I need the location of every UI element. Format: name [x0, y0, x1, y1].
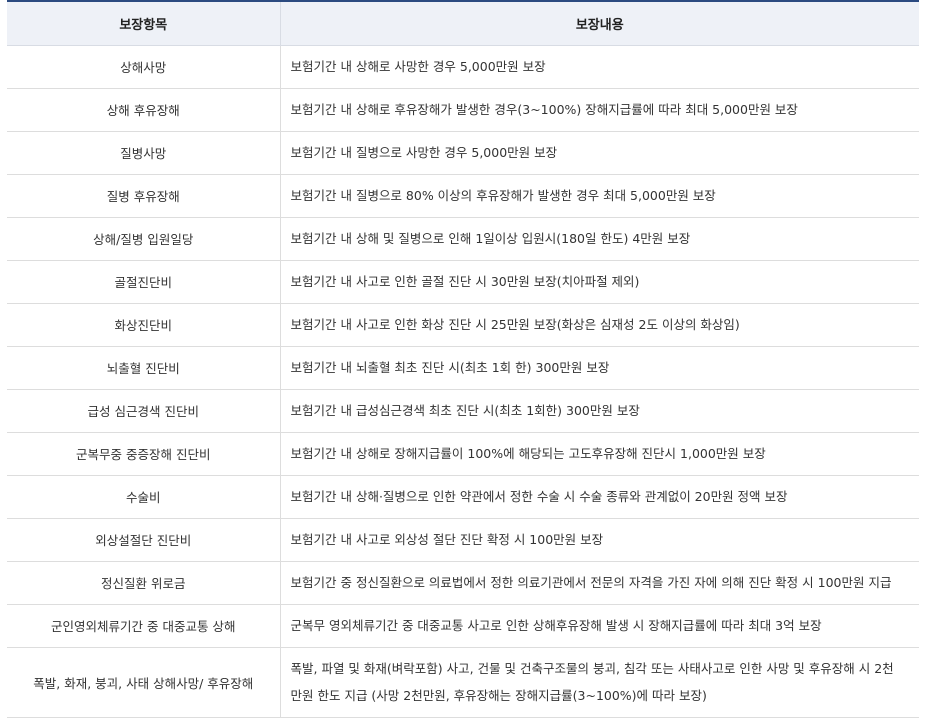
- table-row: 뇌출혈 진단비 보험기간 내 뇌출혈 최초 진단 시(최초 1회 한) 300만…: [7, 346, 919, 390]
- coverage-detail-cell: 보험기간 내 상해로 사망한 경우 5,000만원 보장: [280, 45, 919, 89]
- table-row: 질병사망 보험기간 내 질병으로 사망한 경우 5,000만원 보장: [7, 131, 919, 175]
- table-row: 군인영외체류기간 중 대중교통 상해 군복무 영외체류기간 중 대중교통 사고로…: [7, 604, 919, 648]
- table-row: 정신질환 위로금 보험기간 중 정신질환으로 의료법에서 정한 의료기관에서 전…: [7, 561, 919, 605]
- table-row: 급성 심근경색 진단비 보험기간 내 급성심근경색 최초 진단 시(최초 1회한…: [7, 389, 919, 433]
- table-row: 폭발, 화재, 붕괴, 사태 상해사망/ 후유장해 폭발, 파열 및 화재(벼락…: [7, 647, 919, 718]
- table-row: 골절진단비 보험기간 내 사고로 인한 골절 진단 시 30만원 보장(치아파절…: [7, 260, 919, 304]
- table-row: 외상설절단 진단비 보험기간 내 사고로 외상성 절단 진단 확정 시 100만…: [7, 518, 919, 562]
- coverage-detail-cell: 보험기간 내 질병으로 사망한 경우 5,000만원 보장: [280, 131, 919, 175]
- coverage-item-cell: 상해 후유장해: [7, 88, 281, 132]
- table-row: 화상진단비 보험기간 내 사고로 인한 화상 진단 시 25만원 보장(화상은 …: [7, 303, 919, 347]
- table-row: 상해사망 보험기간 내 상해로 사망한 경우 5,000만원 보장: [7, 45, 919, 89]
- coverage-detail-cell: 폭발, 파열 및 화재(벼락포함) 사고, 건물 및 건축구조물의 붕괴, 침각…: [280, 647, 919, 718]
- coverage-item-cell: 군인영외체류기간 중 대중교통 상해: [7, 604, 281, 648]
- coverage-item-cell: 뇌출혈 진단비: [7, 346, 281, 390]
- coverage-detail-cell: 보험기간 내 사고로 인한 화상 진단 시 25만원 보장(화상은 심재성 2도…: [280, 303, 919, 347]
- coverage-item-cell: 급성 심근경색 진단비: [7, 389, 281, 433]
- coverage-detail-cell: 보험기간 내 뇌출혈 최초 진단 시(최초 1회 한) 300만원 보장: [280, 346, 919, 390]
- coverage-item-cell: 외상설절단 진단비: [7, 518, 281, 562]
- coverage-item-cell: 상해사망: [7, 45, 281, 89]
- coverage-detail-cell: 보험기간 중 정신질환으로 의료법에서 정한 의료기관에서 전문의 자격을 가진…: [280, 561, 919, 605]
- table-row: 상해/질병 입원일당 보험기간 내 상해 및 질병으로 인해 1일이상 입원시(…: [7, 217, 919, 261]
- table-row: 질병 후유장해 보험기간 내 질병으로 80% 이상의 후유장해가 발생한 경우…: [7, 174, 919, 218]
- coverage-detail-line: 만원 한도 지급 (사망 2천만원, 후유장해는 장해지급률(3~100%)에 …: [290, 688, 707, 703]
- coverage-detail-line: 폭발, 파열 및 화재(벼락포함) 사고, 건물 및 건축구조물의 붕괴, 침각…: [290, 661, 894, 676]
- coverage-item-cell: 질병사망: [7, 131, 281, 175]
- table-row: 군복무중 중증장해 진단비 보험기간 내 상해로 장해지급률이 100%에 해당…: [7, 432, 919, 476]
- table-body: 상해사망 보험기간 내 상해로 사망한 경우 5,000만원 보장 상해 후유장…: [7, 45, 919, 718]
- coverage-detail-cell: 군복무 영외체류기간 중 대중교통 사고로 인한 상해후유장해 발생 시 장해지…: [280, 604, 919, 648]
- table-row: 수술비 보험기간 내 상해·질병으로 인한 약관에서 정한 수술 시 수술 종류…: [7, 475, 919, 519]
- table-row: 상해 후유장해 보험기간 내 상해로 후유장해가 발생한 경우(3~100%) …: [7, 88, 919, 132]
- coverage-detail-cell: 보험기간 내 상해 및 질병으로 인해 1일이상 입원시(180일 한도) 4만…: [280, 217, 919, 261]
- coverage-detail-cell: 보험기간 내 사고로 인한 골절 진단 시 30만원 보장(치아파절 제외): [280, 260, 919, 304]
- header-row: 보장항목 보장내용: [7, 0, 919, 46]
- coverage-item-cell: 수술비: [7, 475, 281, 519]
- header-coverage-details: 보장내용: [279, 0, 919, 46]
- coverage-item-cell: 상해/질병 입원일당: [7, 217, 281, 261]
- coverage-item-cell: 화상진단비: [7, 303, 281, 347]
- coverage-detail-cell: 보험기간 내 급성심근경색 최초 진단 시(최초 1회한) 300만원 보장: [280, 389, 919, 433]
- header-coverage-item: 보장항목: [7, 0, 280, 46]
- coverage-detail-cell: 보험기간 내 상해·질병으로 인한 약관에서 정한 수술 시 수술 종류와 관계…: [280, 475, 919, 519]
- coverage-item-cell: 폭발, 화재, 붕괴, 사태 상해사망/ 후유장해: [7, 647, 281, 718]
- coverage-detail-cell: 보험기간 내 상해로 장해지급률이 100%에 해당되는 고도후유장해 진단시 …: [280, 432, 919, 476]
- table-header: 보장항목 보장내용: [7, 0, 919, 46]
- page: 보장항목 보장내용 상해사망 보험기간 내 상해로 사망한 경우 5,000만원…: [0, 0, 927, 721]
- coverage-item-cell: 정신질환 위로금: [7, 561, 281, 605]
- coverage-table: 보장항목 보장내용 상해사망 보험기간 내 상해로 사망한 경우 5,000만원…: [7, 0, 919, 718]
- coverage-item-cell: 군복무중 중증장해 진단비: [7, 432, 281, 476]
- coverage-detail-cell: 보험기간 내 상해로 후유장해가 발생한 경우(3~100%) 장해지급률에 따…: [280, 88, 919, 132]
- coverage-detail-cell: 보험기간 내 질병으로 80% 이상의 후유장해가 발생한 경우 최대 5,00…: [280, 174, 919, 218]
- coverage-item-cell: 골절진단비: [7, 260, 281, 304]
- coverage-detail-cell: 보험기간 내 사고로 외상성 절단 진단 확정 시 100만원 보장: [280, 518, 919, 562]
- coverage-item-cell: 질병 후유장해: [7, 174, 281, 218]
